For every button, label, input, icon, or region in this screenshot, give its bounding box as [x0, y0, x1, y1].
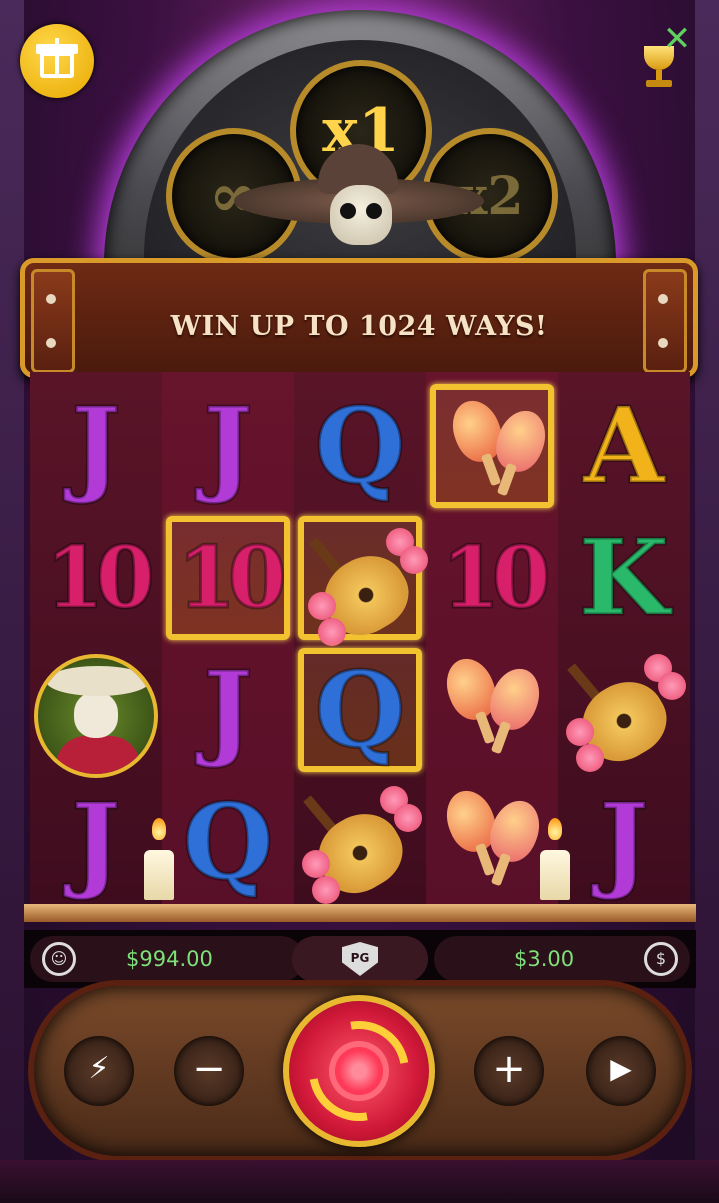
bet-value: $3.00: [514, 947, 575, 971]
symbol-j: J: [166, 648, 290, 772]
symbol-letter: 10: [44, 528, 156, 627]
symbol-letter: A: [582, 384, 666, 507]
rose-icon: [318, 618, 346, 646]
rose-icon: [308, 592, 336, 620]
maraca-icon: [482, 662, 548, 755]
maracas-symbol: [430, 648, 554, 772]
symbol-q: Q: [298, 648, 422, 772]
guitar-symbol: [298, 516, 428, 649]
symbol-10: 10: [430, 516, 554, 640]
symbol-letter: J: [202, 384, 254, 507]
rose-icon: [394, 804, 422, 832]
symbol-j: J: [34, 780, 158, 904]
status-bar: ☺ $994.00 PG $3.00 $: [24, 930, 696, 988]
symbol-q: Q: [166, 780, 290, 904]
symbol-letter: K: [577, 516, 670, 639]
skull-icon: [330, 185, 392, 245]
right-backdrop: [695, 0, 719, 1203]
symbol-a: A: [562, 384, 686, 508]
spin-button[interactable]: [283, 995, 435, 1147]
turbo-off-icon[interactable]: ⚡: [64, 1036, 134, 1106]
balance-value: $994.00: [126, 947, 213, 971]
account-icon[interactable]: ☺: [42, 942, 76, 976]
rose-icon: [566, 718, 594, 746]
symbol-letter: Q: [313, 384, 407, 507]
symbol-k: K: [562, 516, 686, 640]
symbol-10: 10: [166, 516, 290, 640]
autoplay-icon[interactable]: ▶: [586, 1036, 656, 1106]
symbol-letter: Q: [181, 780, 275, 903]
symbol-q: Q: [298, 384, 422, 508]
symbol-j: J: [166, 384, 290, 508]
wild-mariachi-symbol: [34, 654, 158, 778]
reel-grid: J 10 J J 10 J Q Q Q 10 A K J: [30, 372, 690, 912]
symbol-10: 10: [34, 516, 158, 640]
symbol-j: J: [562, 780, 686, 904]
candle-icon: [540, 850, 570, 900]
close-icon[interactable]: ✕: [662, 22, 692, 56]
guitar-symbol: [562, 648, 686, 775]
maracas-symbol: [430, 384, 554, 508]
symbol-letter: J: [70, 384, 122, 507]
minus-bet-button[interactable]: −: [174, 1036, 244, 1106]
coin-icon[interactable]: $: [644, 942, 678, 976]
rose-icon: [576, 744, 604, 772]
plus-bet-button[interactable]: +: [474, 1036, 544, 1106]
symbol-letter: J: [202, 648, 254, 771]
rose-icon: [658, 672, 686, 700]
rose-icon: [400, 546, 428, 574]
symbol-j: J: [34, 384, 158, 508]
rose-icon: [312, 876, 340, 904]
altar-shelf: [24, 904, 696, 922]
maraca-icon: [482, 794, 548, 887]
maracas-symbol: [430, 780, 554, 904]
symbol-letter: 10: [440, 528, 552, 627]
guitar-symbol: [298, 780, 422, 907]
candle-icon: [144, 850, 174, 900]
ways-banner: WIN UP TO 1024 WAYS!: [20, 258, 698, 378]
rose-icon: [302, 850, 330, 878]
gift-icon[interactable]: [20, 24, 94, 98]
candle-flame-icon: [152, 818, 166, 840]
bottom-decoration: [0, 1160, 719, 1203]
symbol-letter: J: [598, 780, 650, 903]
candle-flame-icon: [548, 818, 562, 840]
symbol-letter: Q: [313, 648, 407, 771]
banner-text: WIN UP TO 1024 WAYS!: [170, 311, 548, 342]
left-backdrop: [0, 0, 24, 1203]
maraca-icon: [488, 404, 554, 497]
symbol-letter: 10: [176, 528, 288, 627]
symbol-letter: J: [70, 780, 122, 903]
